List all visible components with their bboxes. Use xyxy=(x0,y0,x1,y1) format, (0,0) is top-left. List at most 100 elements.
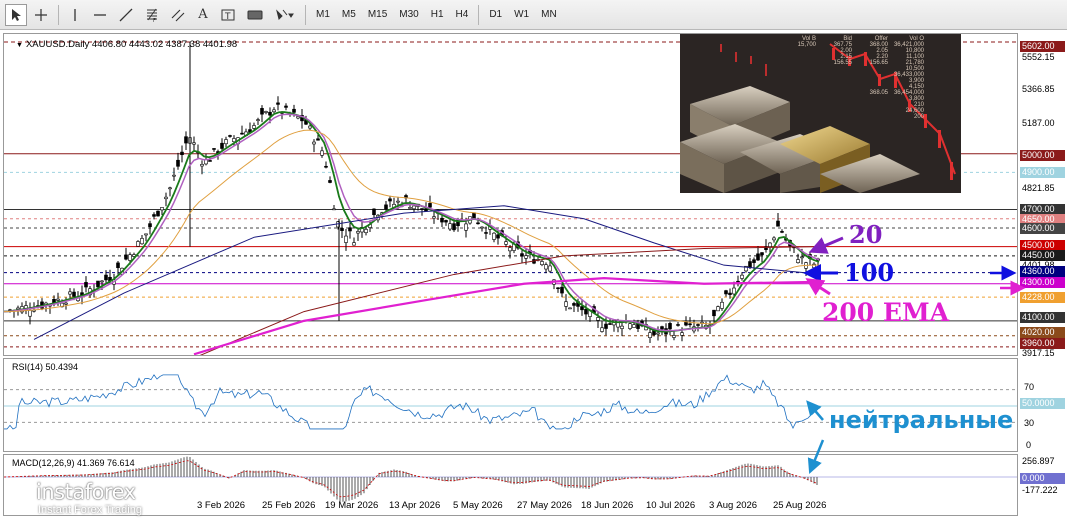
candle-body xyxy=(480,226,484,229)
candle-body xyxy=(524,255,528,259)
candle-body xyxy=(680,332,684,336)
candle-body xyxy=(324,165,328,168)
candle-body xyxy=(544,264,548,270)
candle-body xyxy=(240,132,244,135)
toolbar-divider xyxy=(305,4,306,25)
candle-body xyxy=(96,280,100,288)
candle-body xyxy=(420,208,424,210)
neutral-annotation: нейтральные xyxy=(829,406,1014,434)
candle-body xyxy=(504,241,508,245)
timeframe-h4[interactable]: H4 xyxy=(450,4,475,26)
gold-bars-photo: Vol B Bid Offer Vol O 15,700 367.75 368.00 36,4… xyxy=(680,34,961,193)
candle-body xyxy=(116,262,120,269)
candle-body xyxy=(632,324,636,328)
candle-body xyxy=(560,286,564,294)
candle-body xyxy=(772,237,776,241)
candle-body xyxy=(696,324,700,326)
macd-level-label: -177.222 xyxy=(1022,485,1058,495)
rectangle-icon[interactable] xyxy=(242,4,268,26)
candle-body xyxy=(180,151,184,156)
trendline-icon[interactable] xyxy=(114,4,138,26)
candle-body xyxy=(372,208,376,216)
candle-body xyxy=(668,323,672,330)
candle-body xyxy=(520,253,524,257)
candle-body xyxy=(296,116,300,119)
date-label: 19 Mar 2026 xyxy=(325,500,379,511)
fibonacci-icon[interactable]: F xyxy=(140,4,164,26)
candle-body xyxy=(184,136,188,144)
order-book-row: 200 xyxy=(780,114,924,120)
candle-body xyxy=(684,321,688,326)
candle-body xyxy=(208,160,212,162)
candle-body xyxy=(688,323,692,326)
date-label: 18 Jun 2026 xyxy=(581,500,634,511)
timeframe-mn[interactable]: MN xyxy=(535,4,563,26)
time-axis[interactable]: 3 Feb 2026 25 Feb 2026 19 Mar 2026 13 Ap… xyxy=(3,497,1018,517)
text-icon[interactable]: A xyxy=(192,4,214,26)
candle-body xyxy=(228,135,232,137)
timeframe-m15[interactable]: M15 xyxy=(362,4,393,26)
candle-body xyxy=(484,232,488,234)
ema200-line xyxy=(199,246,820,355)
ema200-magenta-line xyxy=(193,277,820,355)
candle-body xyxy=(740,274,744,279)
collapse-triangle-icon[interactable]: ▼ xyxy=(16,42,23,49)
candle-body xyxy=(408,207,412,209)
symbol-header-text: XAUUSD.Daily 4406.80 4443.02 4387.38 440… xyxy=(25,39,238,50)
candle-body xyxy=(608,323,612,325)
chart-window[interactable]: ▼ XAUUSD.Daily 4406.80 4443.02 4387.38 44… xyxy=(0,30,1067,520)
crosshair-icon[interactable] xyxy=(29,4,53,26)
candle-body xyxy=(276,102,280,105)
candle-body xyxy=(316,138,320,141)
arrows-icon[interactable] xyxy=(270,4,300,26)
svg-text:T: T xyxy=(224,12,231,22)
candle-body xyxy=(492,232,496,240)
candle-body xyxy=(164,196,168,200)
timeframe-m5[interactable]: M5 xyxy=(336,4,362,26)
timeframe-h1[interactable]: H1 xyxy=(425,4,450,26)
candle-body xyxy=(344,235,348,243)
candle-body xyxy=(268,111,272,116)
candle-body xyxy=(192,142,196,145)
rsi-pane[interactable]: RSI(14) 50.4394 xyxy=(3,358,1018,452)
candle-body xyxy=(252,125,256,129)
toolbar-divider xyxy=(58,4,59,25)
candle-body xyxy=(432,216,436,219)
price-label: 5187.00 xyxy=(1022,118,1055,128)
candle-body xyxy=(556,287,560,290)
rsi-line xyxy=(4,374,818,430)
level-tag: 5602.00 xyxy=(1020,41,1065,52)
price-axis[interactable]: 5602.00 5552.15 5366.85 5187.00 5000.00 … xyxy=(1020,30,1067,520)
candle-body xyxy=(672,335,676,338)
date-label: 5 May 2026 xyxy=(453,500,503,511)
text-label-icon[interactable]: T xyxy=(216,4,240,26)
candle-body xyxy=(412,205,416,210)
timeframe-m1[interactable]: M1 xyxy=(310,4,336,26)
timeframe-w1[interactable]: W1 xyxy=(508,4,535,26)
timeframe-m30[interactable]: M30 xyxy=(393,4,424,26)
ema200-annotation: 200 EMA xyxy=(822,298,950,327)
candle-body xyxy=(596,317,600,321)
candle-body xyxy=(292,108,296,113)
price-label: 5552.15 xyxy=(1022,52,1055,62)
candle-body xyxy=(284,105,288,108)
candle-body xyxy=(28,310,32,317)
candle-body xyxy=(320,150,324,156)
timeframe-d1[interactable]: D1 xyxy=(483,4,508,26)
rsi-level-tag: 50.0000 xyxy=(1020,398,1065,409)
candle-body xyxy=(312,141,316,145)
candle-body xyxy=(100,280,104,283)
candle-body xyxy=(140,238,144,245)
candle-body xyxy=(444,220,448,223)
date-label: 3 Aug 2026 xyxy=(709,500,758,511)
level-tag: 5000.00 xyxy=(1020,150,1065,161)
candle-body xyxy=(232,138,236,143)
candle-body xyxy=(220,142,224,149)
candle-body xyxy=(332,208,336,211)
channel-icon[interactable] xyxy=(166,4,190,26)
candle-body xyxy=(136,241,140,247)
cursor-icon[interactable] xyxy=(5,3,27,26)
vertical-line-icon[interactable] xyxy=(64,4,86,26)
horizontal-line-icon[interactable] xyxy=(88,4,112,26)
candle-body xyxy=(572,303,576,306)
